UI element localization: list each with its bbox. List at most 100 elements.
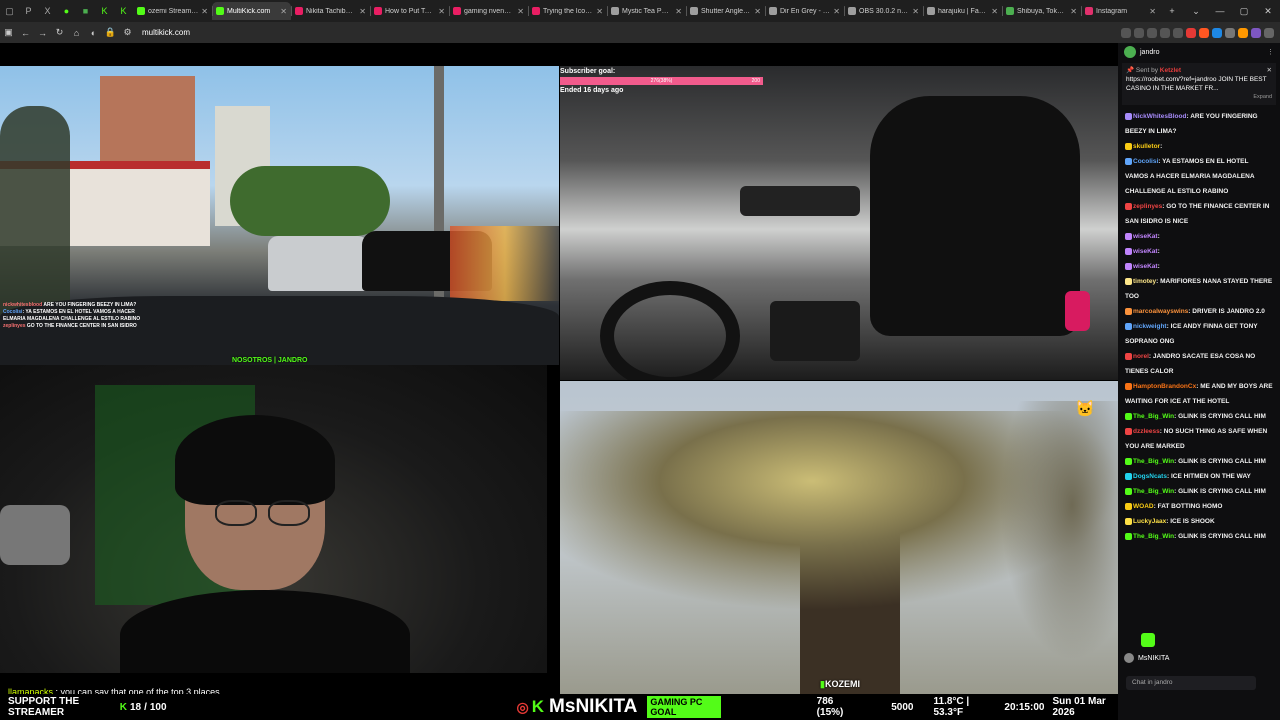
forward-icon[interactable]: → bbox=[34, 28, 51, 38]
stream-street-pane[interactable]: nickwhitesblood ARE YOU FINGERING BEEZY … bbox=[0, 66, 559, 365]
browser-tab[interactable]: OBS 30.0.2 no lon✕ bbox=[844, 2, 923, 20]
extension-flag-icon[interactable] bbox=[1225, 27, 1235, 38]
chat-username[interactable]: HamptonBrandonCx bbox=[1133, 383, 1196, 390]
shield-icon[interactable]: ◐ bbox=[85, 28, 102, 38]
tab-close-icon[interactable]: ✕ bbox=[991, 7, 998, 16]
channel-avatar[interactable] bbox=[1124, 46, 1136, 58]
url-field[interactable]: multikick.com bbox=[142, 28, 190, 37]
tab-close-icon[interactable]: ✕ bbox=[754, 7, 761, 16]
extension-download-icon[interactable] bbox=[1173, 27, 1183, 38]
pinned-expand[interactable]: Expand bbox=[1126, 93, 1272, 102]
stream-webcam-pane[interactable] bbox=[0, 365, 547, 673]
channel-name[interactable]: jandro bbox=[1140, 49, 1159, 56]
extension-purple-icon[interactable] bbox=[1251, 27, 1261, 38]
browser-tab[interactable]: gaming nvenc enc✕ bbox=[449, 2, 528, 20]
pinned-message[interactable]: 📌 Sent by Ketzlet ✕ https://roobet.com/?… bbox=[1122, 63, 1276, 105]
pedestrians-shape bbox=[450, 226, 559, 301]
browser-tab[interactable]: How to Put Text B ✕ bbox=[370, 2, 449, 20]
browser-tab[interactable]: MultiKick.com ✕ bbox=[212, 2, 291, 20]
maximize-icon[interactable]: ▢ bbox=[1232, 6, 1256, 17]
user-badge-icon bbox=[1125, 112, 1132, 120]
browser-tab[interactable]: Trying the Iconic C✕ bbox=[528, 2, 607, 20]
extension-clock-icon[interactable] bbox=[1147, 27, 1157, 38]
chat-username[interactable]: NickWhitesBlood bbox=[1133, 113, 1186, 120]
tab-close-icon[interactable]: ✕ bbox=[280, 7, 287, 16]
browser-tab[interactable]: Dir En Grey - Wiki✕ bbox=[765, 2, 844, 20]
chat-username[interactable]: DogsNcats bbox=[1133, 473, 1167, 480]
tab-close-icon[interactable]: ✕ bbox=[359, 7, 366, 16]
browser-tab[interactable]: Nikita Tachibana | ✕ bbox=[291, 2, 370, 20]
tab-actions-icon[interactable]: ▢ bbox=[0, 0, 19, 22]
tab-close-icon[interactable]: ✕ bbox=[596, 7, 603, 16]
steering-wheel-shape bbox=[600, 281, 740, 380]
pinned-tab-x-icon[interactable]: X bbox=[38, 0, 57, 22]
chat-username[interactable]: The_Big_Win bbox=[1133, 413, 1174, 420]
extension-mark-icon[interactable] bbox=[1199, 27, 1209, 38]
tab-close-icon[interactable]: ✕ bbox=[833, 7, 840, 16]
close-window-icon[interactable]: ✕ bbox=[1256, 6, 1280, 17]
pinned-tab-p-icon[interactable]: P bbox=[19, 0, 38, 22]
chat-username[interactable]: nickweight bbox=[1133, 323, 1167, 330]
tab-close-icon[interactable]: ✕ bbox=[438, 7, 445, 16]
chat-message: The_Big_Win: GLINK IS CRYING CALL HIM bbox=[1125, 529, 1273, 544]
back-icon[interactable]: ← bbox=[17, 28, 34, 38]
pinned-tab-feed-icon[interactable]: ■ bbox=[76, 0, 95, 22]
pinned-text[interactable]: https://roobet.com/?ref=jandroo JOIN THE… bbox=[1126, 75, 1272, 93]
browser-tab[interactable]: Shutter Angle In C✕ bbox=[686, 2, 765, 20]
pinned-close-icon[interactable]: ✕ bbox=[1267, 66, 1272, 75]
chat-input[interactable]: Chat in jandro bbox=[1126, 676, 1256, 690]
chat-username[interactable]: WOAD bbox=[1133, 503, 1154, 510]
chat-username[interactable]: The_Big_Win bbox=[1133, 533, 1174, 540]
browser-tab[interactable]: ozemi Stream - W✕ bbox=[133, 2, 212, 20]
user-badge-icon bbox=[1125, 202, 1132, 210]
extension-puzzle-icon[interactable] bbox=[1160, 27, 1170, 38]
browser-tab[interactable]: Instagram ✕ bbox=[1081, 2, 1160, 20]
chat-menu-icon[interactable]: ⋮ bbox=[1267, 48, 1274, 56]
extension-menu-icon[interactable] bbox=[1264, 27, 1274, 38]
chat-username[interactable]: The_Big_Win bbox=[1133, 458, 1174, 465]
minimize-icon[interactable]: — bbox=[1208, 6, 1232, 17]
extension-red-icon[interactable] bbox=[1186, 27, 1196, 38]
tab-close-icon[interactable]: ✕ bbox=[1149, 7, 1156, 16]
chat-username[interactable]: wiseKat bbox=[1133, 248, 1158, 255]
browser-tab[interactable]: Mystic Tea Party - ✕ bbox=[607, 2, 686, 20]
extension-blue-icon[interactable] bbox=[1212, 27, 1222, 38]
stream-car-pane[interactable] bbox=[560, 66, 1118, 380]
tab-search-icon[interactable]: ⌄ bbox=[1184, 6, 1208, 17]
pinned-tab-kick2-icon[interactable]: K bbox=[114, 0, 133, 22]
stream-palm-pane[interactable]: 🐱 ▮KOZEMI bbox=[560, 381, 1118, 694]
sidebar-toggle-icon[interactable]: ▣ bbox=[0, 27, 17, 38]
chat-username[interactable]: timotey bbox=[1133, 278, 1156, 285]
chat-username[interactable]: wiseKat bbox=[1133, 233, 1158, 240]
new-tab-icon[interactable]: + bbox=[1160, 6, 1184, 17]
street-mini-chat: nickwhitesblood ARE YOU FINGERING BEEZY … bbox=[3, 302, 141, 329]
lock-icon[interactable]: 🔒 bbox=[102, 27, 119, 38]
bookmark-star-icon[interactable] bbox=[1134, 27, 1144, 38]
tab-close-icon[interactable]: ✕ bbox=[201, 7, 208, 16]
gaming-goal-label: GAMING PC GOAL bbox=[647, 696, 721, 718]
chat-username[interactable]: norel bbox=[1133, 353, 1149, 360]
user-avatar[interactable] bbox=[1124, 653, 1134, 663]
chat-username[interactable]: marcoalwayswins bbox=[1133, 308, 1188, 315]
pinned-tab-green-icon[interactable]: ● bbox=[57, 0, 76, 22]
chat-username[interactable]: The_Big_Win bbox=[1133, 488, 1174, 495]
translate-icon[interactable] bbox=[1121, 27, 1131, 38]
chat-username[interactable]: LuckyJaax bbox=[1133, 518, 1166, 525]
extension-orange-icon[interactable] bbox=[1238, 27, 1248, 38]
tab-close-icon[interactable]: ✕ bbox=[912, 7, 919, 16]
browser-tab[interactable]: Shibuya, Tokyo - G✕ bbox=[1002, 2, 1081, 20]
home-icon[interactable]: ⌂ bbox=[68, 28, 85, 38]
browser-tab[interactable]: harajuku | Fashion✕ bbox=[923, 2, 1002, 20]
tab-close-icon[interactable]: ✕ bbox=[1070, 7, 1077, 16]
chat-username[interactable]: Cocolisi bbox=[1133, 158, 1158, 165]
chat-username[interactable]: skulletor bbox=[1133, 143, 1160, 150]
tab-close-icon[interactable]: ✕ bbox=[675, 7, 682, 16]
pinned-tab-kick-icon[interactable]: K bbox=[95, 0, 114, 22]
chat-username[interactable]: wiseKat bbox=[1133, 263, 1158, 270]
chat-send-button[interactable] bbox=[1141, 633, 1155, 647]
chat-username[interactable]: zeplinyes bbox=[1133, 203, 1162, 210]
tab-close-icon[interactable]: ✕ bbox=[517, 7, 524, 16]
chat-username[interactable]: dzzleess bbox=[1133, 428, 1160, 435]
site-settings-icon[interactable]: ⚙ bbox=[119, 27, 136, 38]
reload-icon[interactable]: ↻ bbox=[51, 27, 68, 38]
